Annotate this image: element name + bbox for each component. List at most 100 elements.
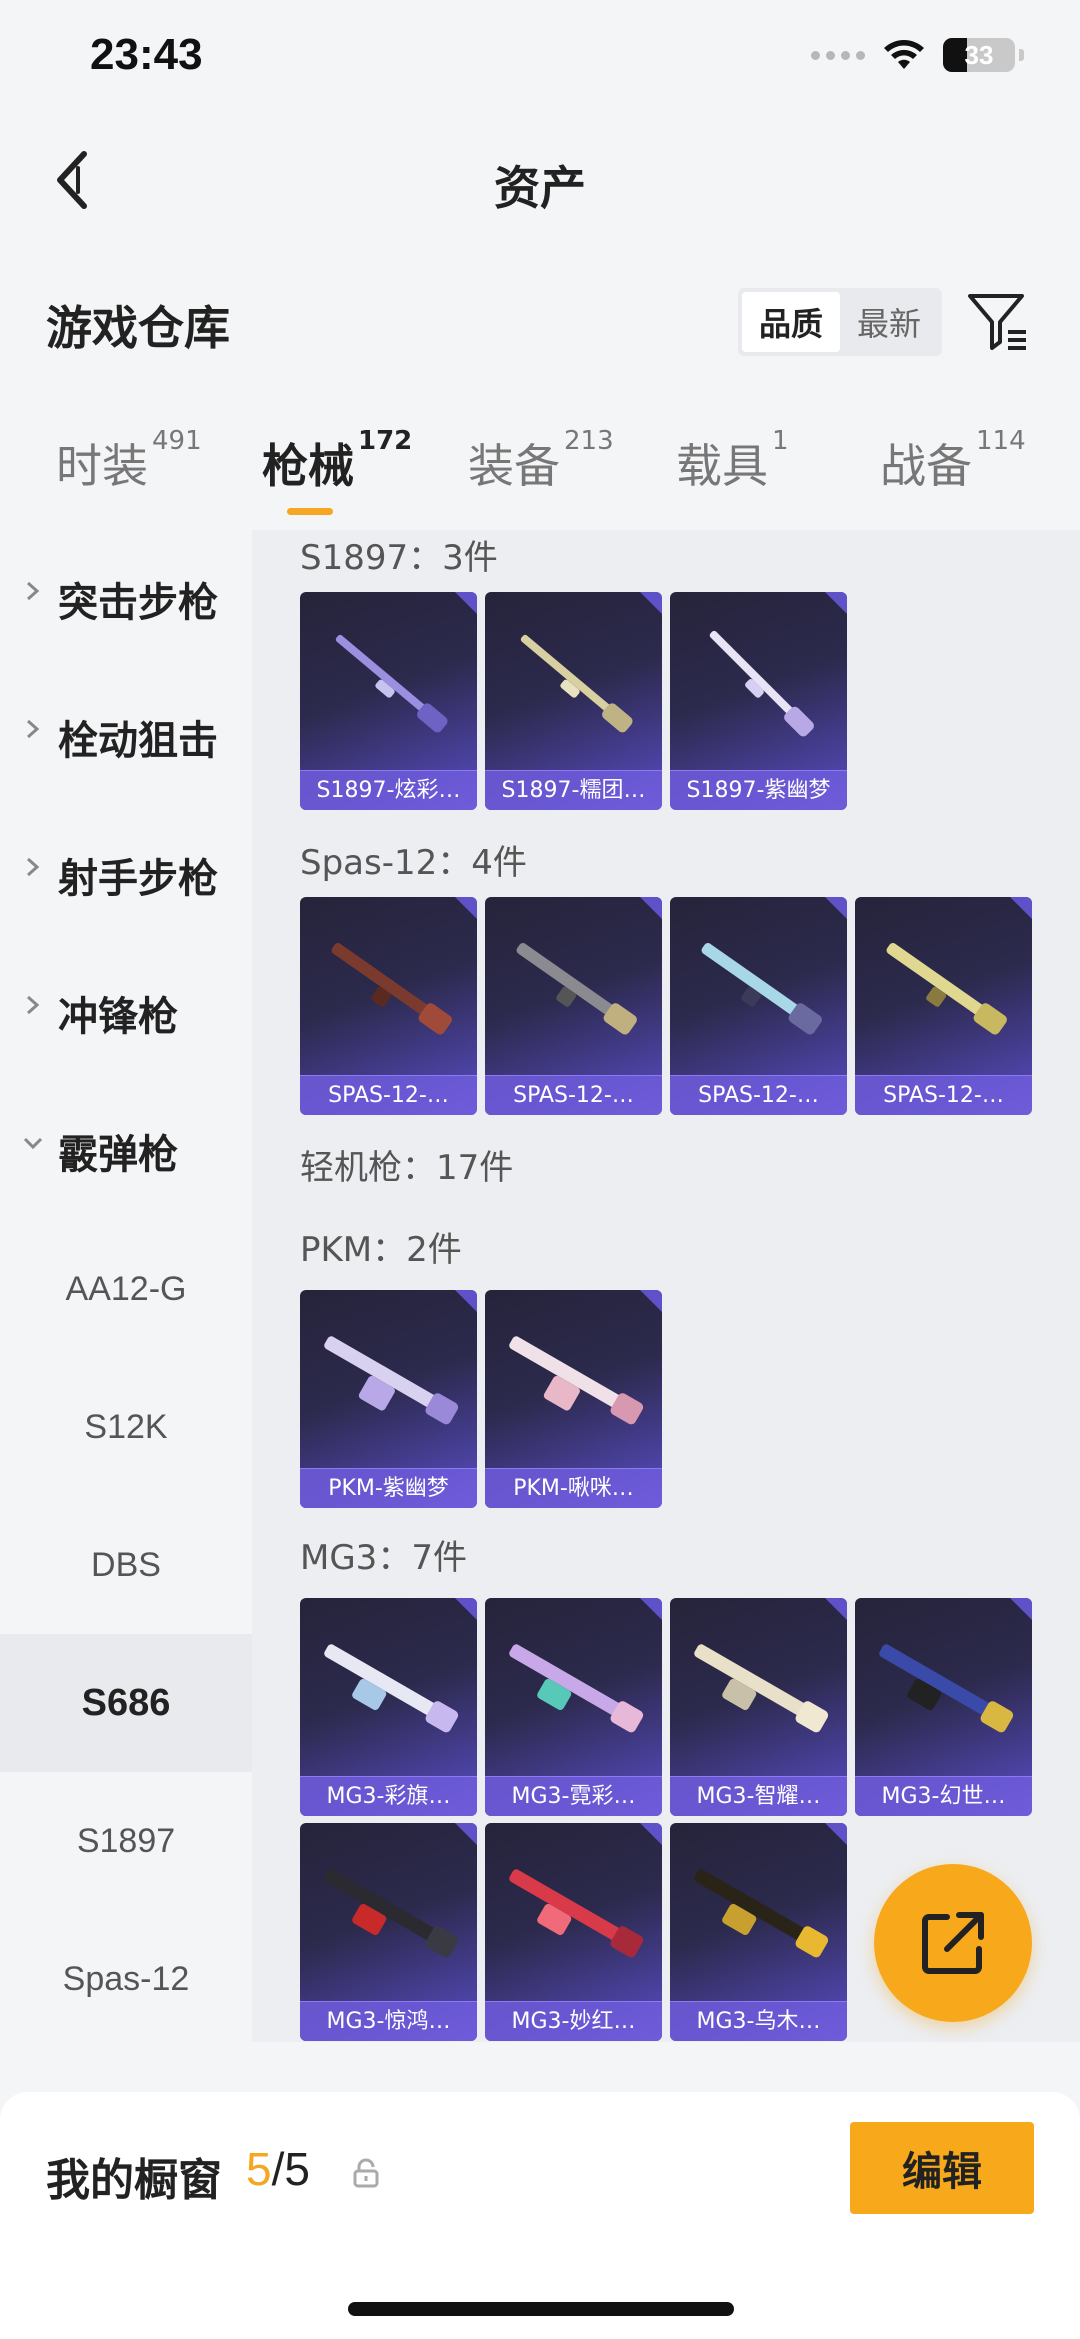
- weapon-card[interactable]: MG3-乌木…: [670, 1823, 847, 2041]
- machine-gun-skin-icon: [509, 1644, 644, 1733]
- tab-count: 491: [152, 426, 202, 456]
- showcase-total: /5: [271, 2143, 310, 2195]
- sidebar-subitem-spas12[interactable]: Spas-12: [0, 1910, 252, 2048]
- chevron-right-icon: [27, 857, 40, 877]
- machine-gun-skin-icon: [324, 1644, 459, 1733]
- weapon-card[interactable]: S1897-糯团…: [485, 592, 662, 810]
- group-title-lmg: 轻机枪：17件: [300, 1148, 514, 1188]
- filter-icon: [968, 294, 1026, 350]
- weapon-card[interactable]: SPAS-12-…: [670, 897, 847, 1115]
- machine-gun-skin-icon: [694, 1869, 829, 1958]
- header: 资产: [0, 120, 1080, 240]
- weapon-card-name: MG3-妙红…: [485, 2001, 662, 2041]
- sort-toggle: 品质 最新: [738, 288, 942, 356]
- shotgun-skin-icon: [701, 943, 822, 1035]
- warehouse-row: 游戏仓库 品质 最新: [0, 270, 1080, 370]
- weapon-card[interactable]: SPAS-12-…: [855, 897, 1032, 1115]
- tab-count: 1: [772, 426, 789, 456]
- sidebar-subitem-s12k[interactable]: S12K: [0, 1358, 252, 1496]
- share-button[interactable]: [874, 1864, 1032, 2022]
- weapon-card-name: MG3-惊鸿…: [300, 2001, 477, 2041]
- weapon-card[interactable]: MG3-彩旗…: [300, 1598, 477, 1816]
- machine-gun-skin-icon: [509, 1336, 644, 1425]
- sidebar-item-shotgun[interactable]: 霰弹枪: [0, 1082, 252, 1220]
- sidebar-subitem-dbs[interactable]: DBS: [0, 1496, 252, 1634]
- status-bar: 23:43 33: [0, 0, 1080, 120]
- chevron-down-icon: [23, 1137, 43, 1150]
- weapon-card[interactable]: S1897-紫幽梦: [670, 592, 847, 810]
- weapon-card[interactable]: PKM-紫幽梦: [300, 1290, 477, 1508]
- shotgun-skin-icon: [335, 634, 448, 733]
- weapon-card-name: MG3-幻世…: [855, 1776, 1032, 1816]
- tab-label: 时装: [56, 439, 148, 493]
- tab-equipment[interactable]: 装备 213: [468, 426, 614, 496]
- weapon-card[interactable]: SPAS-12-…: [485, 897, 662, 1115]
- weapon-card-name: S1897-炫彩…: [300, 770, 477, 810]
- weapon-sidebar: 突击步枪 栓动狙击 射手步枪 冲锋枪 霰弹枪 AA12-G S12K DBS S…: [0, 530, 252, 2040]
- weapon-card[interactable]: S1897-炫彩…: [300, 592, 477, 810]
- lock-icon: [353, 2158, 379, 2188]
- weapon-grid: S1897：3件 S1897-炫彩… S1897-糯团… S1897-紫幽梦 S…: [252, 530, 1080, 2042]
- shotgun-skin-icon: [516, 943, 637, 1035]
- tab-indicator: [287, 508, 333, 515]
- weapon-card-name: MG3-彩旗…: [300, 1776, 477, 1816]
- group-title-pkm: PKM：2件: [300, 1230, 462, 1270]
- category-tabs: 时装 491 枪械 172 装备 213 载具 1 战备 114: [0, 420, 1080, 530]
- sidebar-item-assault-rifle[interactable]: 突击步枪: [0, 530, 252, 668]
- status-icons: 33: [811, 38, 1024, 72]
- weapon-card[interactable]: MG3-妙红…: [485, 1823, 662, 2041]
- tab-firearms[interactable]: 枪械 172: [262, 426, 412, 496]
- page-title: 资产: [494, 161, 586, 215]
- weapon-card-name: SPAS-12-…: [485, 1075, 662, 1115]
- wifi-icon: [884, 40, 924, 69]
- shotgun-skin-icon: [709, 630, 814, 737]
- warehouse-title: 游戏仓库: [46, 301, 230, 355]
- home-indicator[interactable]: [348, 2302, 734, 2316]
- showcase-current: 5: [246, 2143, 272, 2195]
- tab-supplies[interactable]: 战备 114: [880, 426, 1026, 496]
- tab-count: 213: [564, 426, 614, 456]
- shotgun-skin-icon: [331, 943, 452, 1035]
- sort-option-latest[interactable]: 最新: [840, 292, 938, 352]
- machine-gun-skin-icon: [324, 1869, 459, 1958]
- tab-fashion[interactable]: 时装 491: [56, 426, 202, 496]
- weapon-card[interactable]: SPAS-12-…: [300, 897, 477, 1115]
- weapon-card[interactable]: MG3-幻世…: [855, 1598, 1032, 1816]
- showcase-label: 我的橱窗: [46, 2155, 222, 2206]
- tab-label: 载具: [676, 439, 768, 493]
- sidebar-subitem-aa12g[interactable]: AA12-G: [0, 1220, 252, 1358]
- sidebar-subitem-s686[interactable]: S686: [0, 1634, 252, 1772]
- weapon-card[interactable]: PKM-啾咪…: [485, 1290, 662, 1508]
- tab-vehicles[interactable]: 载具 1: [676, 426, 789, 496]
- weapon-card[interactable]: MG3-惊鸿…: [300, 1823, 477, 2041]
- weapon-card-name: S1897-紫幽梦: [670, 770, 847, 810]
- weapon-card[interactable]: MG3-霓彩…: [485, 1598, 662, 1816]
- group-title-spas12: Spas-12：4件: [300, 843, 527, 883]
- tab-count: 114: [976, 426, 1026, 456]
- sidebar-item-label: 栓动狙击: [58, 718, 218, 764]
- tab-label: 装备: [468, 439, 560, 493]
- sidebar-item-bolt-sniper[interactable]: 栓动狙击: [0, 668, 252, 806]
- sidebar-item-smg[interactable]: 冲锋枪: [0, 944, 252, 1082]
- share-icon: [922, 1912, 984, 1974]
- weapon-card-name: SPAS-12-…: [855, 1075, 1032, 1115]
- weapon-card-name: SPAS-12-…: [670, 1075, 847, 1115]
- group-title-s1897: S1897：3件: [300, 538, 498, 578]
- chevron-right-icon: [27, 995, 40, 1015]
- shotgun-skin-icon: [520, 634, 633, 733]
- shotgun-skin-icon: [886, 943, 1007, 1035]
- tab-label: 战备: [880, 439, 972, 493]
- sidebar-item-label: 突击步枪: [58, 580, 218, 626]
- status-time: 23:43: [90, 30, 203, 79]
- filter-button[interactable]: [966, 290, 1030, 354]
- machine-gun-skin-icon: [879, 1644, 1014, 1733]
- sidebar-item-marksman[interactable]: 射手步枪: [0, 806, 252, 944]
- sort-option-quality[interactable]: 品质: [742, 292, 840, 352]
- sidebar-item-label: 冲锋枪: [58, 994, 178, 1040]
- weapon-card-name: MG3-乌木…: [670, 2001, 847, 2041]
- machine-gun-skin-icon: [694, 1644, 829, 1733]
- weapon-card[interactable]: MG3-智耀…: [670, 1598, 847, 1816]
- sidebar-subitem-s1897[interactable]: S1897: [0, 1772, 252, 1910]
- battery-icon: 33: [943, 38, 1015, 72]
- edit-button[interactable]: 编辑: [850, 2122, 1034, 2214]
